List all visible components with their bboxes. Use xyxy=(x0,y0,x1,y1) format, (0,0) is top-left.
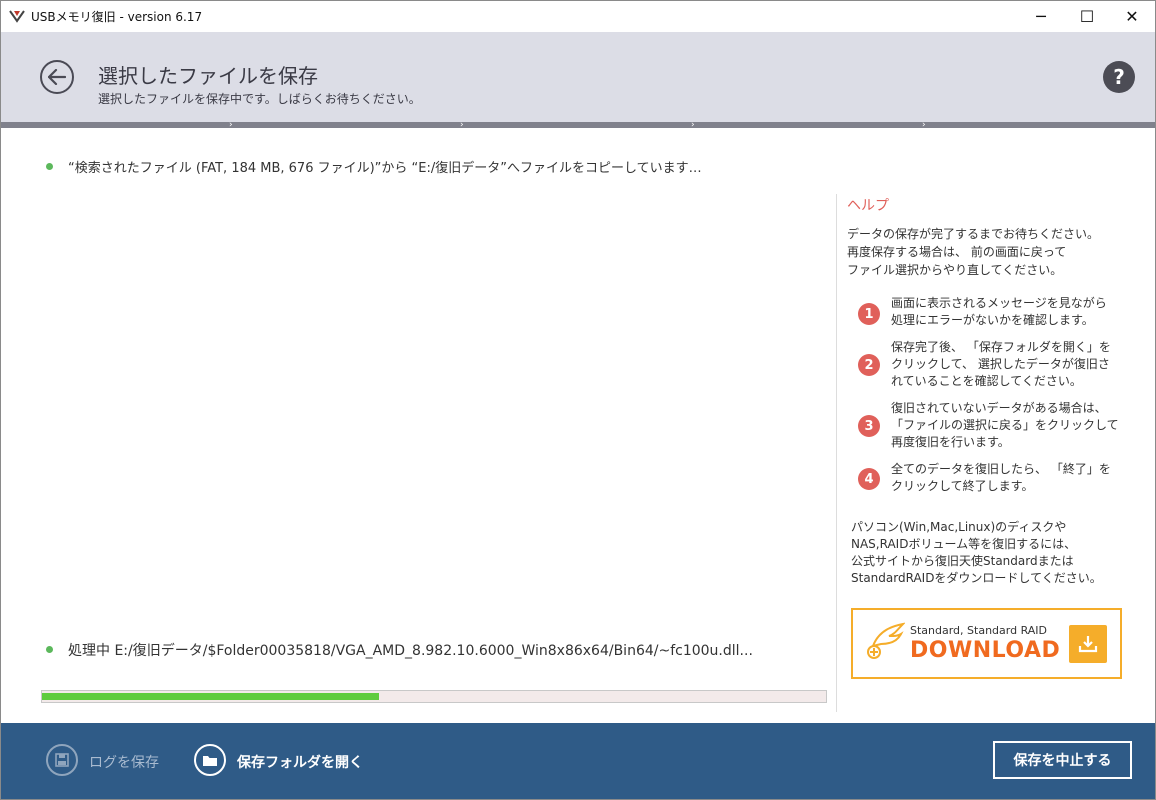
copy-status-message: “検索されたファイル (FAT, 184 MB, 676 ファイル)”から “E… xyxy=(68,161,702,176)
download-banner[interactable]: Standard, Standard RAID DOWNLOAD xyxy=(851,608,1122,679)
question-icon: ? xyxy=(1113,65,1125,89)
step-number-badge: 1 xyxy=(858,303,880,325)
help-step-line: 復旧されていないデータがある場合は、 xyxy=(891,401,1107,415)
download-button[interactable] xyxy=(1069,625,1107,663)
floppy-disk-icon xyxy=(55,753,69,767)
help-step-line: 保存完了後、 「保存フォルダを開く」を xyxy=(891,340,1111,354)
help-step-line: クリックして終了します。 xyxy=(891,479,1034,493)
help-step: 復旧されていないデータがある場合は、 「ファイルの選択に戻る」をクリックして 再… xyxy=(891,400,1119,451)
help-button[interactable]: ? xyxy=(1103,61,1135,93)
progress-bar xyxy=(41,690,827,703)
step-separator-icon: › xyxy=(460,120,464,130)
stop-save-button[interactable]: 保存を中止する xyxy=(993,741,1132,779)
promo-line: 公式サイトから復旧天使Standardまたは xyxy=(851,554,1074,568)
help-step-line: クリックして、 選択したデータが復旧さ xyxy=(891,357,1110,371)
save-log-label[interactable]: ログを保存 xyxy=(89,752,159,772)
help-intro-line: データの保存が完了するまでお待ちください。 xyxy=(847,227,1100,241)
step-number-badge: 2 xyxy=(858,354,880,376)
page-title: 選択したファイルを保存 xyxy=(98,64,318,88)
maximize-icon: ☐ xyxy=(1079,7,1095,26)
minimize-button[interactable]: ─ xyxy=(1018,1,1064,32)
close-icon: ✕ xyxy=(1125,7,1139,26)
app-window: USBメモリ復旧 - version 6.17 ─ ☐ ✕ 選択したファイルを保… xyxy=(0,0,1156,800)
back-button[interactable] xyxy=(40,60,74,94)
window-title: USBメモリ復旧 - version 6.17 xyxy=(31,10,203,24)
promo-line: StandardRAIDをダウンロードしてください。 xyxy=(851,571,1102,585)
step-separator-icon: › xyxy=(229,120,233,130)
help-title: ヘルプ xyxy=(847,198,889,214)
status-dot-icon xyxy=(46,163,53,170)
app-icon xyxy=(9,10,25,23)
help-step-line: 「ファイルの選択に戻る」をクリックして xyxy=(891,418,1119,432)
footer-bar: ログを保存 保存フォルダを開く 保存を中止する xyxy=(1,723,1155,799)
minimize-icon: ─ xyxy=(1036,7,1046,26)
help-intro-line: ファイル選択からやり直してください。 xyxy=(847,263,1063,277)
progress-fill xyxy=(42,693,380,700)
save-log-button[interactable] xyxy=(46,744,78,776)
help-step-line: 画面に表示されるメッセージを見ながら xyxy=(891,296,1107,310)
step-number-badge: 3 xyxy=(858,415,880,437)
step-separator-icon: › xyxy=(922,120,926,130)
help-step-line: 処理にエラーがないかを確認します。 xyxy=(891,313,1094,327)
angel-wing-icon xyxy=(867,622,905,659)
promo-text: パソコン(Win,Mac,Linux)のディスクや NAS,RAIDボリューム等… xyxy=(851,519,1102,587)
status-dot-icon xyxy=(46,646,53,653)
arrow-left-icon xyxy=(48,69,66,85)
help-intro-line: 再度保存する場合は、 前の画面に戻って xyxy=(847,245,1067,259)
promo-line: パソコン(Win,Mac,Linux)のディスクや xyxy=(851,520,1067,534)
download-products: Standard, Standard RAID xyxy=(910,624,1048,637)
help-step: 保存完了後、 「保存フォルダを開く」を クリックして、 選択したデータが復旧さ … xyxy=(891,339,1111,390)
page-subtitle: 選択したファイルを保存中です。しばらくお待ちください。 xyxy=(98,92,421,106)
help-step-line: れていることを確認してください。 xyxy=(891,374,1082,388)
close-button[interactable]: ✕ xyxy=(1109,1,1155,32)
promo-line: NAS,RAIDボリューム等を復旧するには、 xyxy=(851,537,1077,551)
help-step-line: 再度復旧を行います。 xyxy=(891,435,1010,449)
help-step: 画面に表示されるメッセージを見ながら 処理にエラーがないかを確認します。 xyxy=(891,295,1107,329)
open-folder-label[interactable]: 保存フォルダを開く xyxy=(237,752,363,772)
processing-message: 処理中 E:/復旧データ/$Folder00035818/VGA_AMD_8.9… xyxy=(68,643,753,659)
help-step-line: 全てのデータを復旧したら、 「終了」を xyxy=(891,462,1111,476)
page-header: 選択したファイルを保存 選択したファイルを保存中です。しばらくお待ちください。 … xyxy=(1,32,1155,122)
download-label: DOWNLOAD xyxy=(910,638,1061,663)
step-number-badge: 4 xyxy=(858,468,880,490)
help-intro: データの保存が完了するまでお待ちください。 再度保存する場合は、 前の画面に戻っ… xyxy=(847,225,1099,279)
step-separator-icon: › xyxy=(691,120,695,130)
title-bar: USBメモリ復旧 - version 6.17 ─ ☐ ✕ xyxy=(1,1,1155,32)
step-progress-bar: › › › › xyxy=(1,120,1155,130)
open-folder-button[interactable] xyxy=(194,744,226,776)
download-icon xyxy=(1078,636,1098,653)
folder-icon xyxy=(203,756,217,766)
help-step: 全てのデータを復旧したら、 「終了」を クリックして終了します。 xyxy=(891,461,1111,495)
panel-divider xyxy=(836,194,837,712)
maximize-button[interactable]: ☐ xyxy=(1064,1,1110,32)
